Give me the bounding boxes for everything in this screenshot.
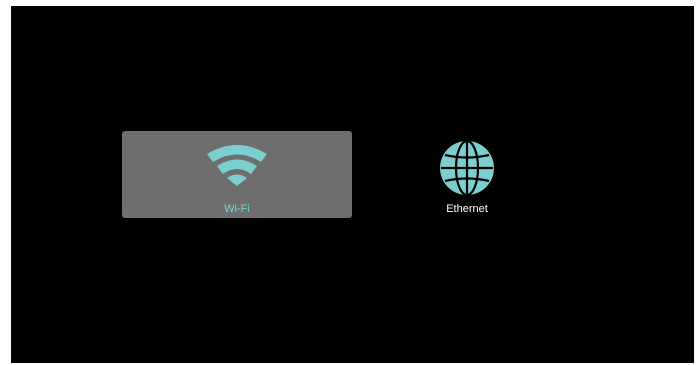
ethernet-label: Ethernet [446,203,488,215]
wifi-option[interactable]: Wi-Fi [122,131,352,218]
wifi-label: Wi-Fi [224,203,250,215]
wifi-icon [207,145,267,186]
globe-icon [440,140,494,196]
ethernet-option[interactable]: Ethernet [407,131,527,218]
network-setup-screen: Wi-Fi Ethernet [11,6,694,363]
